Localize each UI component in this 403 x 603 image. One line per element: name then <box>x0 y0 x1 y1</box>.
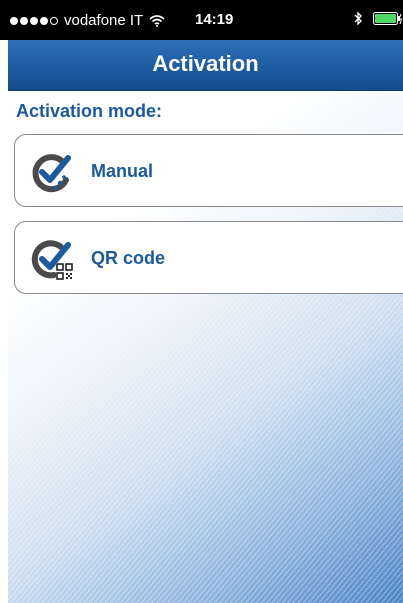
page-title: Activation <box>152 51 259 76</box>
signal-dots-icon <box>10 16 60 25</box>
status-left: vodafone IT <box>10 12 165 29</box>
qr-code-activation-button[interactable]: QR code <box>14 221 403 294</box>
activation-mode-label: Activation mode: <box>16 101 163 121</box>
qr-activation-icon <box>31 240 73 280</box>
battery-charging-icon <box>373 12 403 25</box>
nav-bar: Activation <box>8 40 403 91</box>
content-area: Activation mode: Manual QR code <box>8 91 403 603</box>
screen: vodafone IT 14:19 Activation Activation … <box>0 0 403 603</box>
status-time: 14:19 <box>195 11 234 28</box>
carrier-name: vodafone IT <box>64 12 144 29</box>
bluetooth-icon <box>354 11 362 26</box>
wifi-icon <box>149 14 165 27</box>
status-bar: vodafone IT 14:19 <box>0 0 403 40</box>
qr-code-option-label: QR code <box>91 248 166 268</box>
manual-activation-icon <box>32 154 71 193</box>
status-right <box>353 11 403 26</box>
manual-option-label: Manual <box>91 161 154 181</box>
manual-activation-button[interactable]: Manual <box>14 134 403 207</box>
